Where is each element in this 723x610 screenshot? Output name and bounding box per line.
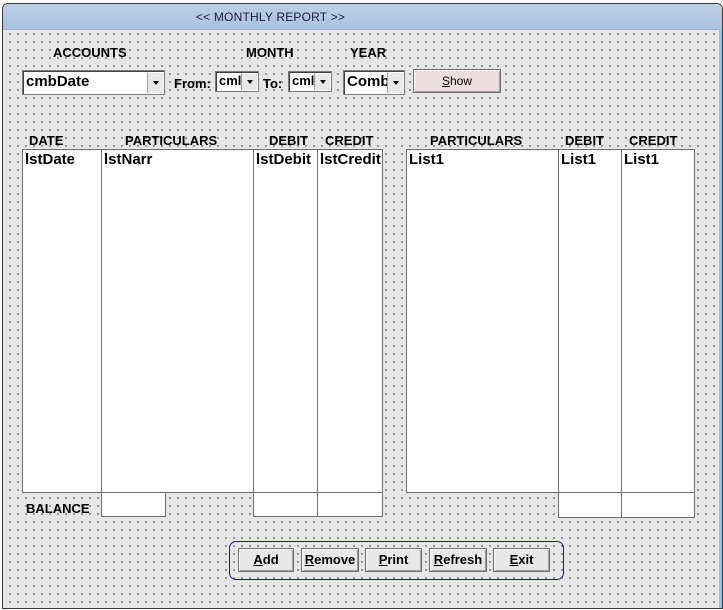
right-debit-total-field [558, 492, 623, 518]
remove-label: emove [314, 552, 356, 567]
list-debit[interactable]: lstDebit [253, 149, 318, 493]
show-button-accel: S [441, 74, 450, 88]
month-from-dropdown-button[interactable] [241, 73, 257, 90]
title-bar: << MONTHLY REPORT >> [3, 4, 722, 30]
month-from-value: cml [219, 73, 242, 88]
add-accel: A [253, 552, 263, 567]
list-date-item[interactable]: lstDate [25, 151, 75, 168]
chevron-down-icon [319, 80, 326, 84]
accounts-combo-value: cmbDate [26, 73, 90, 90]
refresh-accel: R [433, 552, 444, 567]
balance-label: BALANCE [26, 501, 90, 516]
header-date: DATE [29, 133, 64, 148]
chevron-down-icon [392, 81, 399, 85]
header-credit: CREDIT [325, 133, 374, 148]
right-list-credit-item[interactable]: List1 [624, 151, 659, 168]
month-to-dropdown-button[interactable] [314, 73, 330, 90]
exit-label: xit [518, 552, 534, 567]
monthly-report-window: << MONTHLY REPORT >> ACCOUNTS MONTH YEAR… [2, 3, 723, 609]
year-combo-value: Comb [347, 73, 390, 90]
refresh-button[interactable]: Refresh [429, 548, 487, 572]
exit-accel: E [509, 552, 519, 567]
month-from-combo[interactable]: cml [215, 71, 259, 92]
right-list-particulars-item[interactable]: List1 [409, 151, 444, 168]
header-debit: DEBIT [269, 133, 308, 148]
exit-button[interactable]: Exit [493, 548, 550, 572]
right-credit-total-field [621, 492, 695, 518]
year-combo[interactable]: Comb [343, 70, 405, 95]
window-right-edge [719, 29, 722, 608]
right-list-debit[interactable]: List1 [558, 149, 623, 493]
right-list-debit-item[interactable]: List1 [561, 151, 596, 168]
month-label: MONTH [246, 45, 294, 60]
show-button-label: how [450, 74, 473, 88]
accounts-dropdown-button[interactable] [147, 72, 163, 93]
list-date[interactable]: lstDate [22, 149, 103, 493]
month-to-combo[interactable]: cml [288, 71, 332, 92]
list-debit-item[interactable]: lstDebit [256, 151, 311, 168]
year-label: YEAR [350, 45, 387, 60]
header-particulars: PARTICULARS [125, 133, 218, 148]
right-list-particulars[interactable]: List1 [406, 149, 559, 493]
to-label: To: [263, 76, 283, 91]
right-header-particulars: PARTICULARS [430, 133, 523, 148]
right-header-credit: CREDIT [629, 133, 678, 148]
list-credit[interactable]: lstCredit [317, 149, 383, 493]
list-narration[interactable]: lstNarr [101, 149, 255, 493]
month-to-value: cml [292, 73, 315, 88]
accounts-combo[interactable]: cmbDate [22, 70, 165, 95]
year-dropdown-button[interactable] [387, 72, 403, 93]
print-button[interactable]: Print [365, 548, 422, 572]
add-button[interactable]: Add [238, 548, 294, 572]
from-label: From: [174, 76, 211, 91]
show-button[interactable]: Show [413, 69, 501, 93]
right-list-credit[interactable]: List1 [621, 149, 695, 493]
remove-button[interactable]: Remove [301, 548, 359, 572]
chevron-down-icon [152, 81, 159, 85]
debit-total-field [253, 492, 318, 517]
window-title: << MONTHLY REPORT >> [195, 10, 346, 24]
list-narration-item[interactable]: lstNarr [104, 151, 152, 168]
add-label: dd [262, 552, 279, 567]
credit-total-field [317, 492, 383, 517]
list-credit-item[interactable]: lstCredit [320, 151, 381, 168]
right-header-debit: DEBIT [565, 133, 604, 148]
print-label: rint [387, 552, 409, 567]
balance-field [101, 492, 166, 517]
accounts-label: ACCOUNTS [53, 45, 127, 60]
chevron-down-icon [246, 80, 253, 84]
remove-accel: R [304, 552, 315, 567]
refresh-label: efresh [443, 552, 483, 567]
